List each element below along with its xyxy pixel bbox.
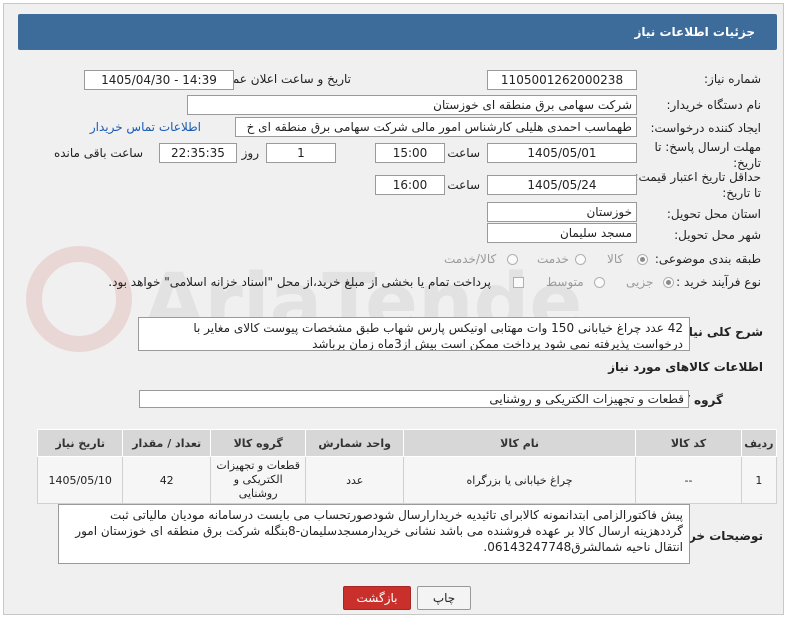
province-label: استان محل تحویل: [666, 207, 761, 221]
category-radio-goods[interactable] [637, 254, 648, 265]
cell-qty: 42 [122, 456, 211, 504]
process-option-partial: جزیی [626, 275, 654, 289]
col-row: ردیف [740, 429, 778, 457]
col-unit: واحد شمارش [305, 429, 404, 457]
days-remaining-field: 1 [266, 143, 336, 163]
col-group: گروه کالا [209, 429, 307, 457]
col-qty: تعداد / مقدار [122, 429, 211, 457]
process-radio-partial[interactable] [663, 277, 674, 288]
reply-time-field: 15:00 [375, 143, 445, 163]
remaining-time-label: ساعت باقی مانده [53, 146, 143, 160]
goods-table: تاریخ نیاز تعداد / مقدار گروه کالا واحد … [36, 429, 778, 504]
cell-name: چراغ خیابانی یا بزرگراه [402, 456, 637, 504]
goods-table-header: تاریخ نیاز تعداد / مقدار گروه کالا واحد … [36, 429, 778, 457]
category-radio-goods-service[interactable] [507, 254, 518, 265]
city-label: شهر محل تحویل: [674, 228, 761, 242]
back-button[interactable]: بازگشت [343, 586, 411, 610]
validity-label: حداقل تاریخ اعتبار قیمت: تا تاریخ: [634, 170, 761, 200]
category-radio-service[interactable] [575, 254, 586, 265]
buyer-contact-link[interactable]: اطلاعات تماس خریدار [90, 120, 201, 134]
goods-section-title: اطلاعات کالاهای مورد نیاز [608, 360, 763, 374]
category-option-goods-service: کالا/خدمت [444, 252, 497, 266]
reply-deadline-label: مهلت ارسال پاسخ: تا تاریخ: [654, 140, 761, 170]
validity-time-field: 16:00 [375, 175, 445, 195]
process-option-medium: متوسط [546, 275, 584, 289]
creator-field: طهماسب احمدی هلیلی کارشناس امور مالی شرک… [235, 117, 637, 137]
creator-label: ایجاد کننده درخواست: [650, 121, 761, 135]
col-date: تاریخ نیاز [36, 429, 124, 457]
announce-field: 1405/04/30 - 14:39 [84, 70, 234, 90]
validity-time-label: ساعت [447, 178, 480, 192]
watermark-ring [26, 246, 132, 352]
city-field: مسجد سلیمان [487, 223, 637, 243]
col-code: کد کالا [635, 429, 742, 457]
cell-code: -- [635, 456, 742, 504]
category-label: طبقه بندی موضوعی: [654, 252, 761, 266]
remaining-time-field: 22:35:35 [159, 143, 237, 163]
process-label: نوع فرآیند خرید : [676, 275, 761, 289]
province-field: خوزستان [487, 202, 637, 222]
table-row: 1405/05/10 42 قطعات و تجهیزات الکتریکی و… [36, 456, 778, 504]
details-panel: جزئیات اطلاعات نیاز AriaTender.net شماره… [3, 3, 784, 615]
need-number-label: شماره نیاز: [704, 72, 761, 86]
validity-date-field: 1405/05/24 [487, 175, 637, 195]
cell-row: 1 [740, 456, 778, 504]
reply-time-label: ساعت [447, 146, 480, 160]
goods-group-field: قطعات و تجهیزات الکتریکی و روشنایی [139, 390, 689, 408]
need-number-field: 1105001262000238 [487, 70, 637, 90]
treasury-payment-note: پرداخت تمام یا بخشی از مبلغ خرید،از محل … [108, 275, 491, 289]
page-header: جزئیات اطلاعات نیاز [18, 14, 777, 50]
cell-unit: عدد [305, 456, 404, 504]
buyer-notes-textarea: پیش فاکتورالزامی ابتدانمونه کالابرای تائ… [58, 504, 690, 564]
category-option-service: خدمت [537, 252, 569, 266]
page-title: جزئیات اطلاعات نیاز [634, 25, 755, 39]
cell-date: 1405/05/10 [36, 456, 124, 504]
buyer-org-field: شرکت سهامی برق منطقه ای خوزستان [187, 95, 637, 115]
print-button[interactable]: چاپ [417, 586, 471, 610]
cell-group: قطعات و تجهیزات الکتریکی و روشنایی [209, 456, 307, 504]
process-radio-medium[interactable] [594, 277, 605, 288]
reply-date-field: 1405/05/01 [487, 143, 637, 163]
summary-textarea: 42 عدد چراغ خیابانی 150 وات مهتابی اونیک… [138, 317, 690, 351]
buyer-org-label: نام دستگاه خریدار: [666, 98, 762, 112]
category-option-goods: کالا [607, 252, 624, 266]
col-name: نام کالا [402, 429, 637, 457]
treasury-payment-checkbox[interactable] [513, 277, 524, 288]
